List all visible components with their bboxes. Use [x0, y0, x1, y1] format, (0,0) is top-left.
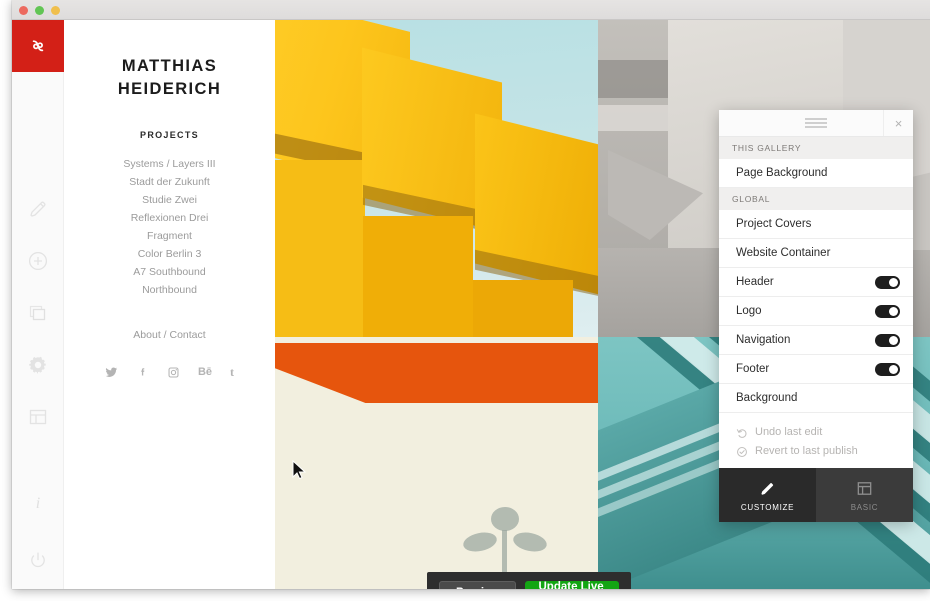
layout-icon: [857, 481, 872, 495]
panel-tabs: CUSTOMIZE BASIC: [719, 468, 913, 522]
project-link[interactable]: Northbound: [64, 281, 275, 299]
project-link[interactable]: Color Berlin 3: [64, 245, 275, 263]
facebook-icon[interactable]: [136, 366, 149, 379]
site-title-line1: MATTHIAS: [121, 57, 218, 75]
panel-row-page-background[interactable]: Page Background: [719, 159, 913, 188]
close-icon[interactable]: ×: [883, 110, 913, 136]
panel-row-navigation[interactable]: Navigation: [719, 326, 913, 355]
pages-icon[interactable]: [24, 299, 52, 327]
panel-row-project-covers[interactable]: Project Covers: [719, 210, 913, 239]
tab-basic[interactable]: BASIC: [816, 468, 913, 522]
panel-body: THIS GALLERY Page Background GLOBAL Proj…: [719, 137, 913, 468]
project-link[interactable]: A7 Southbound: [64, 263, 275, 281]
undo-icon: [736, 428, 747, 438]
plus-circle-icon[interactable]: [24, 247, 52, 275]
project-link[interactable]: Fragment: [64, 227, 275, 245]
tab-basic-label: BASIC: [850, 502, 879, 512]
row-label: Navigation: [736, 334, 791, 346]
site-navigation-column: MATTHIAS HEIDERICH PROJECTS Systems / La…: [64, 20, 275, 589]
header-toggle[interactable]: [875, 275, 900, 289]
social-links: Bē t: [64, 365, 275, 380]
tumblr-icon[interactable]: t: [230, 365, 234, 380]
about-contact-link[interactable]: About / Contact: [64, 329, 275, 341]
panel-row-background[interactable]: Background: [719, 384, 913, 413]
close-window-button[interactable]: [19, 6, 28, 15]
panel-row-footer[interactable]: Footer: [719, 355, 913, 384]
revert-to-last-publish-button[interactable]: Revert to last publish: [736, 442, 913, 461]
history-actions: Undo last edit Revert to last publish: [719, 413, 913, 468]
project-link[interactable]: Reflexionen Drei: [64, 209, 275, 227]
orange-band: [275, 343, 598, 403]
section-header-global: GLOBAL: [719, 188, 913, 210]
row-label: Header: [736, 276, 774, 288]
navigation-toggle[interactable]: [875, 333, 900, 347]
cream-orange-photo[interactable]: [275, 337, 598, 589]
project-link[interactable]: Systems / Layers III: [64, 155, 275, 173]
row-label: Page Background: [736, 167, 828, 179]
behance-icon[interactable]: Bē: [198, 366, 212, 378]
twitter-icon[interactable]: [105, 366, 118, 379]
pencil-icon: [761, 482, 774, 495]
undo-label: Undo last edit: [755, 426, 823, 438]
tab-customize-label: CUSTOMIZE: [740, 502, 795, 512]
window-controls: [19, 6, 60, 15]
toolbar-bottom-tools: i: [12, 489, 64, 575]
svg-text:i: i: [36, 495, 40, 512]
info-icon[interactable]: i: [24, 489, 52, 517]
yellow-cubes-photo[interactable]: [275, 20, 598, 337]
row-label: Website Container: [736, 247, 831, 259]
revert-icon: [737, 446, 747, 457]
lamp-shadow: [463, 507, 547, 582]
application-window: i MATTHIAS HEIDERICH PROJECTS Systems / …: [12, 0, 930, 589]
panel-row-logo[interactable]: Logo: [719, 297, 913, 326]
left-toolbar: i: [12, 20, 64, 589]
window-titlebar: [12, 0, 930, 20]
footer-toggle[interactable]: [875, 362, 900, 376]
gear-icon[interactable]: [24, 351, 52, 379]
minimize-window-button[interactable]: [35, 6, 44, 15]
power-icon[interactable]: [24, 547, 52, 575]
panel-drag-handle[interactable]: [805, 116, 827, 130]
instagram-icon[interactable]: [167, 366, 180, 379]
project-list: Systems / Layers III Stadt der Zukunft S…: [64, 155, 275, 299]
pencil-icon[interactable]: [24, 195, 52, 223]
revert-label: Revert to last publish: [755, 445, 858, 457]
project-link[interactable]: Stadt der Zukunft: [64, 173, 275, 191]
undo-last-edit-button[interactable]: Undo last edit: [736, 423, 913, 442]
creative-cloud-icon: [32, 40, 44, 52]
panel-header: ×: [719, 110, 913, 137]
row-label: Footer: [736, 363, 770, 375]
row-label: Background: [736, 392, 798, 404]
site-title: MATTHIAS HEIDERICH: [64, 55, 275, 101]
panel-row-website-container[interactable]: Website Container: [719, 239, 913, 268]
toolbar-tools: [12, 195, 64, 431]
row-label: Logo: [736, 305, 762, 317]
adobe-creative-cloud-logo[interactable]: [12, 20, 64, 72]
maximize-window-button[interactable]: [51, 6, 60, 15]
site-title-line2: HEIDERICH: [117, 79, 222, 98]
publish-action-bar: Preview Update Live Site: [427, 572, 631, 589]
project-link[interactable]: Studie Zwei: [64, 191, 275, 209]
layout-icon[interactable]: [24, 403, 52, 431]
logo-toggle[interactable]: [875, 304, 900, 318]
panel-row-header[interactable]: Header: [719, 268, 913, 297]
preview-button[interactable]: Preview: [439, 580, 517, 589]
row-label: Project Covers: [736, 218, 812, 230]
site-preview: MATTHIAS HEIDERICH PROJECTS Systems / La…: [64, 20, 930, 589]
section-header-this-gallery: THIS GALLERY: [719, 137, 913, 159]
customize-panel: × THIS GALLERY Page Background GLOBAL Pr…: [719, 110, 913, 522]
projects-heading: PROJECTS: [140, 129, 199, 140]
tab-customize[interactable]: CUSTOMIZE: [719, 468, 816, 522]
update-live-site-button[interactable]: Update Live Site: [525, 580, 619, 589]
